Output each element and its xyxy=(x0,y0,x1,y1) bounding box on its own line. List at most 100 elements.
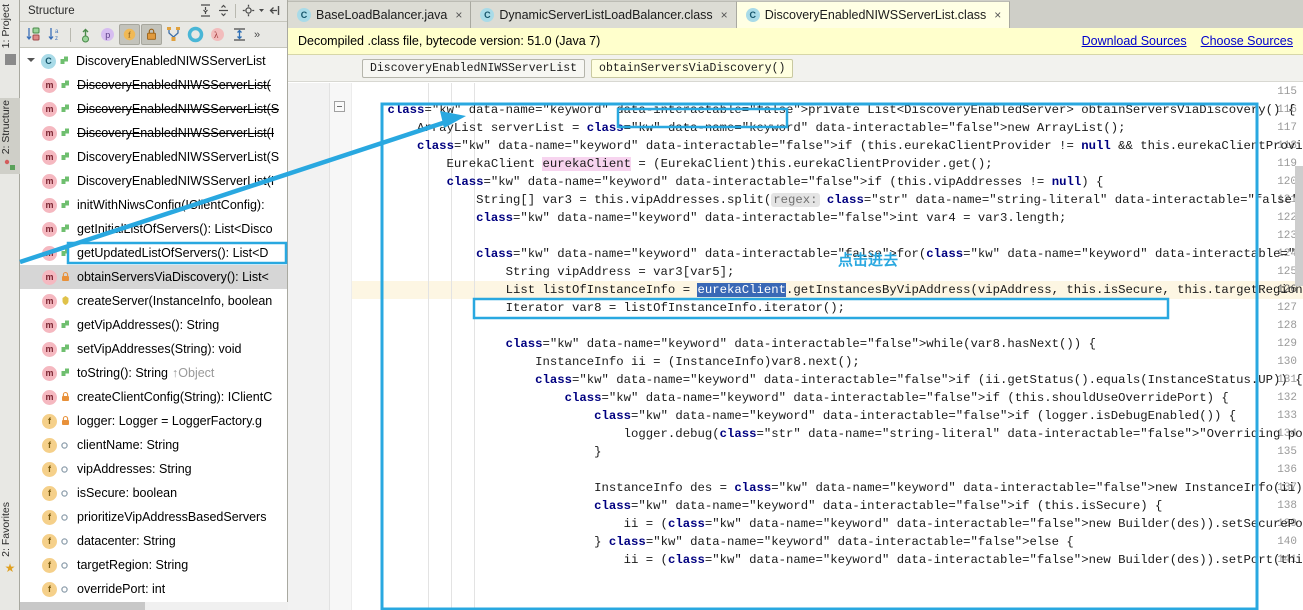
structure-item[interactable]: m DiscoveryEnabledNIWSServerList(I xyxy=(20,121,287,145)
structure-title: Structure xyxy=(28,4,75,17)
group-methods-icon[interactable] xyxy=(163,24,184,45)
sidebar-item-project[interactable]: 1: Project xyxy=(0,2,20,69)
structure-item[interactable]: m DiscoveryEnabledNIWSServerList( xyxy=(20,73,287,97)
structure-item[interactable]: m createClientConfig(String): IClientC xyxy=(20,385,287,409)
structure-item[interactable]: m DiscoveryEnabledNIWSServerList(S xyxy=(20,97,287,121)
structure-item[interactable]: m initWithNiwsConfig(IClientConfig): xyxy=(20,193,287,217)
tab-discoveryenablednivsserverlist[interactable]: C DiscoveryEnabledNIWSServerList.class × xyxy=(736,1,1011,28)
code-line[interactable]: class="kw" data-name="keyword" data-inte… xyxy=(358,209,1303,227)
breadcrumb-class[interactable]: DiscoveryEnabledNIWSServerList xyxy=(362,58,586,78)
show-fields-icon[interactable]: f xyxy=(119,24,140,45)
code-line[interactable]: InstanceInfo ii = (InstanceInfo)var8.nex… xyxy=(358,353,1303,371)
structure-item[interactable]: f targetRegion: String xyxy=(20,553,287,577)
structure-item[interactable]: f logger: Logger = LoggerFactory.g xyxy=(20,409,287,433)
structure-item[interactable]: m getUpdatedListOfServers(): List<D xyxy=(20,241,287,265)
annotation-note: 点击进去 xyxy=(838,251,899,269)
download-sources-link[interactable]: Download Sources xyxy=(1082,34,1187,48)
structure-item-selected[interactable]: m obtainServersViaDiscovery(): List< xyxy=(20,265,287,289)
structure-item[interactable]: f overridePort: int xyxy=(20,577,287,601)
structure-hscrollbar-thumb[interactable] xyxy=(20,602,145,610)
code-line[interactable]: ii = (class="kw" data-name="keyword" dat… xyxy=(358,515,1303,533)
sort-by-visibility-icon[interactable] xyxy=(23,24,44,45)
code-line[interactable]: Iterator var8 = listOfInstanceInfo.itera… xyxy=(358,299,1303,317)
structure-item[interactable]: m DiscoveryEnabledNIWSServerList(I xyxy=(20,169,287,193)
code-viewport[interactable]: 115 116 117 118 119 120 121 122 123 124 125 126 127 1… xyxy=(288,83,1303,610)
structure-item[interactable]: f clientName: String xyxy=(20,433,287,457)
close-icon[interactable]: × xyxy=(994,8,1001,22)
code-line[interactable]: class="kw" data-name="keyword" data-inte… xyxy=(358,137,1303,155)
fold-gutter[interactable] xyxy=(330,83,352,610)
code-line[interactable]: class="kw" data-name="keyword" data-inte… xyxy=(358,371,1303,389)
show-non-public-lock-icon[interactable] xyxy=(141,24,162,45)
collapse-all-icon[interactable] xyxy=(214,2,232,20)
method-icon: m xyxy=(42,293,57,309)
code-line[interactable] xyxy=(358,83,1303,101)
settings-gear-icon[interactable] xyxy=(239,2,257,20)
show-inherited-icon[interactable] xyxy=(75,24,96,45)
show-properties-icon[interactable]: p xyxy=(97,24,118,45)
keyword: null xyxy=(1081,139,1111,153)
code-line[interactable]: class="kw" data-name="keyword" data-inte… xyxy=(358,101,1303,119)
code-line[interactable]: ArrayList serverList = class="kw" data-n… xyxy=(358,119,1303,137)
code-line[interactable]: class="kw" data-name="keyword" data-inte… xyxy=(358,335,1303,353)
hide-panel-icon[interactable] xyxy=(265,2,283,20)
code-line[interactable]: } xyxy=(358,443,1303,461)
structure-item[interactable]: f datacenter: String xyxy=(20,529,287,553)
code-line[interactable]: class="kw" data-name="keyword" data-inte… xyxy=(358,407,1303,425)
code-line[interactable]: class="kw" data-name="keyword" data-inte… xyxy=(358,245,1303,263)
structure-item-label: DiscoveryEnabledNIWSServerList xyxy=(76,54,266,68)
structure-item[interactable]: f isSecure: boolean xyxy=(20,481,287,505)
code-line[interactable]: logger.debug(class="str" data-name="stri… xyxy=(358,425,1303,443)
structure-item[interactable]: m toString(): String ↑Object xyxy=(20,361,287,385)
structure-item[interactable]: m setVipAddresses(String): void xyxy=(20,337,287,361)
structure-item[interactable]: C DiscoveryEnabledNIWSServerList xyxy=(20,49,287,73)
structure-item[interactable]: m getInitialListOfServers(): List<Disco xyxy=(20,217,287,241)
expand-all-icon[interactable] xyxy=(196,2,214,20)
code-text[interactable]: class="kw" data-name="keyword" data-inte… xyxy=(358,83,1303,610)
autoscroll-icon[interactable] xyxy=(229,24,250,45)
more-toolbar-icon[interactable]: » xyxy=(251,29,263,41)
structure-item-label: DiscoveryEnabledNIWSServerList( xyxy=(77,78,271,92)
code-line[interactable]: String[] var3 = this.vipAddresses.split(… xyxy=(358,191,1303,209)
tab-baseloadbalancer[interactable]: C BaseLoadBalancer.java × xyxy=(288,1,472,28)
choose-sources-link[interactable]: Choose Sources xyxy=(1201,34,1293,48)
structure-item[interactable]: m DiscoveryEnabledNIWSServerList(S xyxy=(20,145,287,169)
show-lambdas-icon[interactable]: λ xyxy=(207,24,228,45)
editor-tab-bar[interactable]: C BaseLoadBalancer.java × C DynamicServerLis… xyxy=(288,0,1303,28)
code-line[interactable]: List listOfInstanceInfo = eurekaClient.g… xyxy=(358,281,1303,299)
code-line[interactable]: } class="kw" data-name="keyword" data-in… xyxy=(358,533,1303,551)
structure-item[interactable]: f vipAddresses: String xyxy=(20,457,287,481)
code-line[interactable]: String vipAddress = var3[var5]; xyxy=(358,263,1303,281)
code-line[interactable]: InstanceInfo des = class="kw" data-name=… xyxy=(358,479,1303,497)
visibility-icon xyxy=(60,247,73,260)
svg-text:z: z xyxy=(55,36,58,42)
structure-item[interactable]: m getVipAddresses(): String xyxy=(20,313,287,337)
code-line[interactable]: class="kw" data-name="keyword" data-inte… xyxy=(358,497,1303,515)
structure-item[interactable]: f prioritizeVipAddressBasedServers xyxy=(20,505,287,529)
editor-vscrollbar-thumb[interactable] xyxy=(1295,166,1303,286)
close-icon[interactable]: × xyxy=(455,8,462,22)
code-line[interactable]: class="kw" data-name="keyword" data-inte… xyxy=(358,389,1303,407)
sort-alphabetically-icon[interactable]: az xyxy=(45,24,66,45)
code-line[interactable] xyxy=(358,227,1303,245)
code-line[interactable]: EurekaClient eurekaClient = (EurekaClien… xyxy=(358,155,1303,173)
structure-item[interactable]: m createServer(InstanceInfo, boolean xyxy=(20,289,287,313)
code-line[interactable]: class="kw" data-name="keyword" data-inte… xyxy=(358,173,1303,191)
tab-dynamicserverlistloadbalancer[interactable]: C DynamicServerListLoadBalancer.class × xyxy=(471,1,737,28)
breadcrumb-method[interactable]: obtainServersViaDiscovery() xyxy=(591,58,794,78)
structure-item-label: createClientConfig(String): IClientC xyxy=(77,390,273,404)
code-line[interactable]: ii = (class="kw" data-name="keyword" dat… xyxy=(358,551,1303,569)
show-anonymous-icon[interactable] xyxy=(185,24,206,45)
visibility-icon xyxy=(60,583,73,596)
sidebar-item-structure[interactable]: 2: Structure xyxy=(0,98,20,175)
structure-item-label: isSecure: boolean xyxy=(77,486,178,500)
close-icon[interactable]: × xyxy=(721,8,728,22)
chevron-down-icon[interactable] xyxy=(257,2,265,20)
chevron-down-icon[interactable] xyxy=(26,54,40,68)
code-line[interactable] xyxy=(358,461,1303,479)
structure-tree[interactable]: C DiscoveryEnabledNIWSServerList m Discover… xyxy=(20,49,287,610)
code-line[interactable] xyxy=(358,317,1303,335)
code-fold-icon[interactable] xyxy=(334,101,345,112)
sidebar-item-favorites[interactable]: 2: Favorites ★ xyxy=(0,500,20,577)
structure-header: Structure xyxy=(20,0,287,22)
